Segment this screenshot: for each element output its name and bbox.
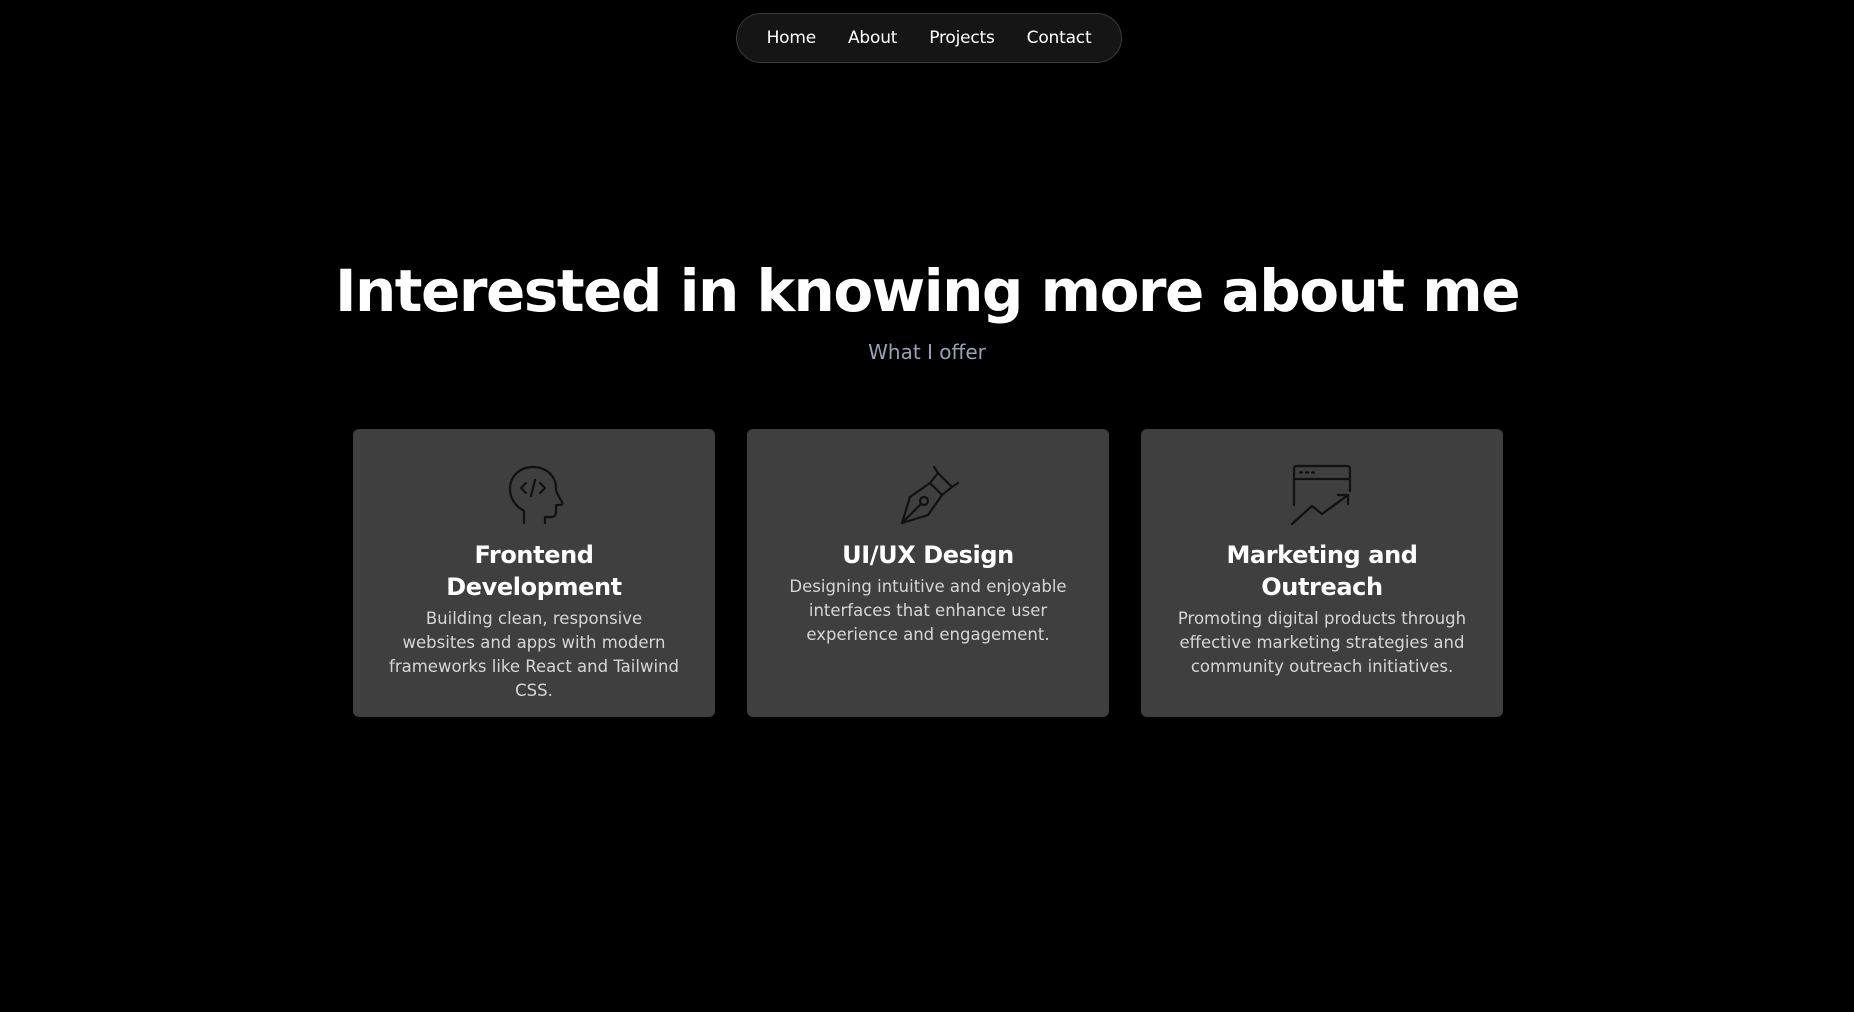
page-subtitle: What I offer xyxy=(868,340,986,364)
service-card-marketing: Marketing and Outreach Promoting digital… xyxy=(1141,429,1503,717)
card-title: Frontend Development xyxy=(446,541,622,601)
nav-link-projects[interactable]: Projects xyxy=(929,28,995,48)
card-description: Promoting digital products through effec… xyxy=(1177,609,1467,676)
browser-growth-icon xyxy=(1288,461,1356,529)
page-title: Interested in knowing more about me xyxy=(334,257,1521,325)
card-description: Building clean, responsive websites and … xyxy=(389,609,679,700)
service-card-uiux: UI/UX Design Designing intuitive and enj… xyxy=(747,429,1109,717)
nav-link-contact[interactable]: Contact xyxy=(1027,28,1092,48)
card-description: Designing intuitive and enjoyable interf… xyxy=(789,577,1067,644)
nav-link-about[interactable]: About xyxy=(848,28,897,48)
page: Home About Projects Contact Interested i… xyxy=(0,0,1854,1012)
code-head-icon xyxy=(500,461,568,529)
card-title: Marketing and Outreach xyxy=(1226,541,1418,601)
card-title: UI/UX Design xyxy=(842,541,1014,569)
services-cards: Frontend Development Building clean, res… xyxy=(353,429,1505,717)
nav-link-home[interactable]: Home xyxy=(767,28,817,48)
top-nav: Home About Projects Contact xyxy=(736,13,1122,63)
service-card-frontend: Frontend Development Building clean, res… xyxy=(353,429,715,717)
pen-nib-icon xyxy=(894,461,962,529)
